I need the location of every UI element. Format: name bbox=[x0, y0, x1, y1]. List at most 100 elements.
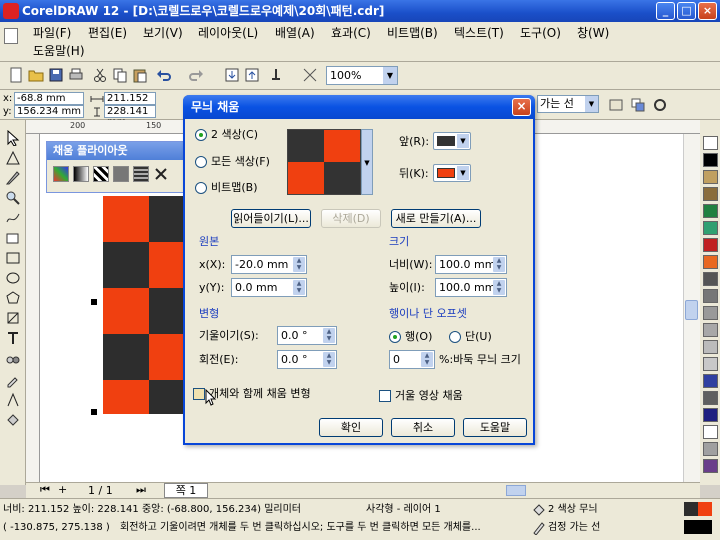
dialog-title-bar[interactable]: 무늬 채움 × bbox=[183, 95, 535, 119]
last-page-button[interactable]: ⏭ bbox=[136, 483, 146, 497]
paste-icon[interactable] bbox=[132, 67, 148, 83]
palette-swatch[interactable] bbox=[703, 255, 718, 269]
coreldraw-app-icon[interactable] bbox=[3, 3, 19, 19]
spin-arrows-icon[interactable]: ▲ ▼ bbox=[323, 328, 335, 343]
menu-layout[interactable]: 레이아웃(L) bbox=[198, 24, 258, 42]
palette-swatch[interactable] bbox=[703, 425, 718, 439]
cut-icon[interactable] bbox=[92, 67, 108, 83]
zoom-tool-icon[interactable] bbox=[5, 190, 21, 206]
pick-tool-icon[interactable] bbox=[5, 130, 21, 146]
shape-tool-icon[interactable] bbox=[5, 150, 21, 166]
spin-arrows-icon[interactable]: ▲ ▼ bbox=[293, 257, 305, 272]
save-icon[interactable] bbox=[48, 67, 64, 83]
palette-swatch[interactable] bbox=[703, 153, 718, 167]
wrap-text-icon[interactable] bbox=[608, 97, 624, 113]
mirror-fill-checkbox[interactable] bbox=[379, 390, 391, 402]
corel-online-icon[interactable] bbox=[302, 67, 318, 83]
front-color-picker[interactable]: ▼ bbox=[433, 132, 471, 150]
palette-swatch[interactable] bbox=[703, 170, 718, 184]
menu-window[interactable]: 창(W) bbox=[577, 24, 609, 42]
height-field[interactable]: 228.141 mm bbox=[104, 105, 156, 128]
add-page-button[interactable]: + bbox=[58, 483, 67, 496]
undo-icon[interactable] bbox=[156, 67, 172, 83]
vertical-scrollbar-thumb[interactable] bbox=[685, 300, 698, 320]
palette-swatch[interactable] bbox=[703, 238, 718, 252]
first-page-button[interactable]: ⏮ bbox=[40, 483, 50, 497]
radio-full-color[interactable] bbox=[195, 156, 207, 168]
y-position-field[interactable]: 156.234 mm bbox=[14, 105, 84, 118]
palette-swatch[interactable] bbox=[703, 374, 718, 388]
fill-tool-icon[interactable] bbox=[5, 412, 21, 428]
chevron-down-icon[interactable]: ▼ bbox=[383, 67, 397, 84]
origin-y-field[interactable]: 0.0 mm ▲ ▼ bbox=[231, 278, 307, 297]
pattern-list-dropdown[interactable]: ▼ bbox=[361, 129, 373, 195]
skew-field[interactable]: 0.0 ° ▲ ▼ bbox=[277, 326, 337, 345]
to-front-icon[interactable] bbox=[630, 97, 646, 113]
palette-swatch[interactable] bbox=[703, 289, 718, 303]
import-icon[interactable] bbox=[224, 67, 240, 83]
basic-shapes-tool-icon[interactable] bbox=[5, 310, 21, 326]
ellipse-tool-icon[interactable] bbox=[5, 270, 21, 286]
palette-swatch[interactable] bbox=[703, 357, 718, 371]
texture-fill-icon[interactable] bbox=[113, 166, 129, 182]
origin-x-field[interactable]: -20.0 mm ▲ ▼ bbox=[231, 255, 307, 274]
palette-swatch[interactable] bbox=[703, 204, 718, 218]
palette-swatch[interactable] bbox=[703, 391, 718, 405]
outline-tool-icon[interactable] bbox=[5, 392, 21, 408]
chevron-down-icon[interactable]: ▼ bbox=[585, 96, 598, 112]
ok-button[interactable]: 확인 bbox=[319, 418, 383, 437]
vertical-ruler[interactable] bbox=[26, 134, 40, 482]
back-color-picker[interactable]: ▼ bbox=[433, 164, 471, 182]
close-button[interactable]: × bbox=[698, 2, 717, 20]
width-field[interactable]: 211.152 mm bbox=[104, 92, 156, 115]
new-document-icon[interactable] bbox=[8, 67, 24, 83]
delete-pattern-button[interactable]: 삭제(D) bbox=[321, 209, 381, 228]
menu-view[interactable]: 보기(V) bbox=[143, 24, 183, 42]
zoom-level-select[interactable]: 100% ▼ bbox=[326, 66, 398, 85]
spin-arrows-icon[interactable]: ▲ ▼ bbox=[323, 352, 335, 367]
menu-bitmaps[interactable]: 비트맵(B) bbox=[387, 24, 438, 42]
convert-to-curves-icon[interactable] bbox=[652, 97, 668, 113]
help-button[interactable]: 도움말 bbox=[463, 418, 527, 437]
radio-row-offset[interactable] bbox=[389, 331, 401, 343]
menu-text[interactable]: 텍스트(T) bbox=[454, 24, 504, 42]
spin-arrows-icon[interactable]: ▲ ▼ bbox=[421, 352, 433, 367]
palette-swatch[interactable] bbox=[703, 136, 718, 150]
eyedropper-tool-icon[interactable] bbox=[5, 372, 21, 388]
palette-swatch[interactable] bbox=[703, 306, 718, 320]
print-icon[interactable] bbox=[68, 67, 84, 83]
palette-swatch[interactable] bbox=[703, 459, 718, 473]
text-tool-icon[interactable] bbox=[5, 330, 21, 346]
open-folder-icon[interactable] bbox=[28, 67, 44, 83]
tile-width-field[interactable]: 100.0 mm ▲ ▼ bbox=[435, 255, 507, 274]
postscript-fill-icon[interactable] bbox=[133, 166, 149, 182]
radio-bitmap[interactable] bbox=[195, 182, 207, 194]
cancel-button[interactable]: 취소 bbox=[391, 418, 455, 437]
app-title-bar[interactable]: CorelDRAW 12 - [D:\코렐드로우\코렐드로우예제\20회\패턴.… bbox=[0, 0, 720, 22]
page-tab[interactable]: 쪽 1 bbox=[164, 483, 208, 498]
palette-swatch[interactable] bbox=[703, 442, 718, 456]
menu-edit[interactable]: 편집(E) bbox=[88, 24, 127, 42]
fountain-fill-icon[interactable] bbox=[73, 166, 89, 182]
offset-field[interactable]: 0 ▲ ▼ bbox=[389, 350, 435, 369]
radio-column-offset[interactable] bbox=[449, 331, 461, 343]
maximize-button[interactable]: □ bbox=[677, 2, 696, 20]
palette-swatch[interactable] bbox=[703, 187, 718, 201]
radio-2color[interactable] bbox=[195, 129, 207, 141]
rotate-field[interactable]: 0.0 ° ▲ ▼ bbox=[277, 350, 337, 369]
document-icon[interactable] bbox=[4, 28, 18, 44]
selection-handle[interactable] bbox=[91, 409, 97, 415]
freehand-tool-icon[interactable] bbox=[5, 210, 21, 226]
palette-swatch[interactable] bbox=[703, 323, 718, 337]
minimize-button[interactable]: _ bbox=[656, 2, 675, 20]
menu-file[interactable]: 파일(F) bbox=[33, 24, 71, 42]
dialog-close-button[interactable]: × bbox=[512, 98, 531, 116]
knife-tool-icon[interactable] bbox=[5, 170, 21, 186]
load-pattern-button[interactable]: 읽어들이기(L)... bbox=[231, 209, 311, 228]
spin-arrows-icon[interactable]: ▲ ▼ bbox=[293, 280, 305, 295]
copy-icon[interactable] bbox=[112, 67, 128, 83]
pattern-preview[interactable] bbox=[287, 129, 361, 195]
menu-help[interactable]: 도움말(H) bbox=[33, 42, 85, 60]
no-fill-icon[interactable] bbox=[153, 166, 169, 182]
palette-swatch[interactable] bbox=[703, 221, 718, 235]
